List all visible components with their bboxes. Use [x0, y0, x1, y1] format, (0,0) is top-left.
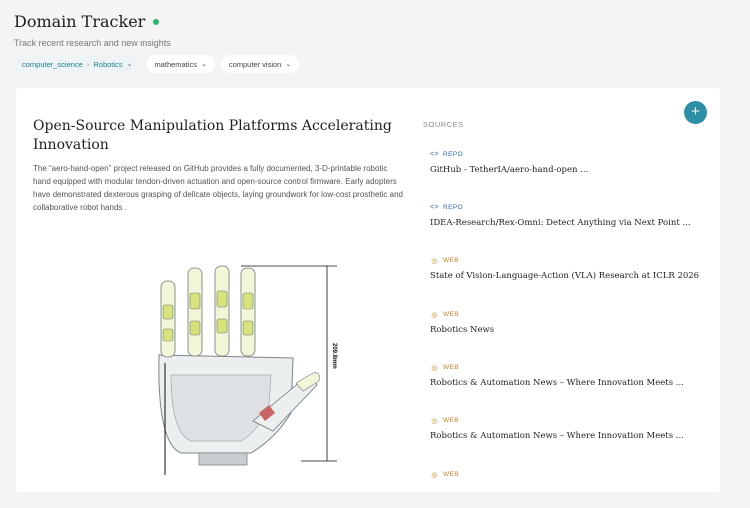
globe-icon: ◎: [431, 417, 438, 425]
dimension-label: 209.8mm: [331, 343, 337, 369]
source-item[interactable]: ◎ WEB Robotics News: [430, 310, 710, 335]
source-type: ◎ WEB: [430, 310, 710, 319]
status-dot-icon: [153, 19, 160, 25]
source-item[interactable]: ◎ WEB State of Vision-Language-Action (VL…: [430, 256, 710, 281]
source-title[interactable]: GitHub - TetherIA/aero-hand-open ...: [430, 165, 710, 175]
chevron-down-icon: ⌄: [285, 61, 292, 68]
filter-chip-label: mathematics: [154, 59, 197, 69]
source-item[interactable]: <> REPO IDEA-Research/Rex-Omni: Detect An…: [430, 203, 710, 228]
app-subtitle: Track recent research and new insights: [14, 38, 171, 48]
source-type: <> REPO: [430, 203, 710, 212]
filter-chip-label: computer vision: [228, 59, 282, 69]
domain-filter-chip[interactable]: computer_science › Robotics ⌄: [14, 55, 141, 73]
source-type-label: WEB: [443, 417, 460, 424]
add-source-button[interactable]: +: [684, 101, 707, 124]
breadcrumb-separator-icon: ›: [86, 59, 90, 69]
source-title[interactable]: State of Vision-Language-Action (VLA) Re…: [430, 271, 710, 281]
source-type: ◎ WEB: [430, 416, 710, 425]
globe-icon: ◎: [431, 364, 438, 372]
source-title[interactable]: Robotics & Automation News – Where Innov…: [430, 378, 710, 388]
source-item[interactable]: ◎ WEB Robotics & Automation News – Where …: [430, 363, 710, 388]
chevron-down-icon: ⌄: [126, 61, 133, 68]
filter-chip-computer-vision[interactable]: computer vision ⌄: [220, 55, 300, 73]
source-type: ◎ WEB: [430, 470, 710, 479]
code-icon: <>: [430, 204, 439, 211]
code-icon: <>: [430, 151, 439, 158]
globe-icon: ◎: [431, 257, 438, 265]
source-type: ◎ WEB: [430, 256, 710, 265]
globe-icon: ◎: [431, 471, 438, 479]
source-type-label: WEB: [443, 471, 460, 478]
source-item[interactable]: ◎ WEB Robotics & Automation News – Where …: [430, 416, 710, 441]
app-title-text: Domain Tracker: [14, 12, 146, 31]
robotic-hand-image: 209.8mm: [158, 265, 337, 475]
source-type: ◎ WEB: [430, 363, 710, 372]
source-type-label: WEB: [443, 257, 460, 264]
source-title[interactable]: Robotics News: [430, 325, 710, 335]
source-title[interactable]: Robotics & Automation News – Where Innov…: [430, 431, 710, 441]
domain-label: computer_science: [22, 59, 83, 69]
insight-card: Open-Source Manipulation Platforms Accel…: [16, 88, 720, 492]
article-title: Open-Source Manipulation Platforms Accel…: [33, 118, 392, 153]
chevron-down-icon: ⌄: [200, 61, 207, 68]
article-body: The “aero-hand-open” project released on…: [33, 164, 403, 212]
globe-icon: ◎: [431, 311, 438, 319]
sources-heading: SOURCES: [423, 120, 464, 129]
source-title[interactable]: IDEA-Research/Rex-Omni: Detect Anything …: [430, 218, 710, 228]
source-type-label: WEB: [443, 311, 460, 318]
app-header: Domain Tracker: [14, 12, 160, 31]
app-title: Domain Tracker: [14, 12, 160, 31]
subdomain-label: Robotics: [93, 59, 123, 69]
source-type: <> REPO: [430, 150, 710, 159]
filter-chip-mathematics[interactable]: mathematics ⌄: [146, 55, 215, 73]
source-item[interactable]: <> REPO GitHub - TetherIA/aero-hand-open …: [430, 150, 710, 175]
source-type-label: WEB: [443, 364, 460, 371]
filter-bar: computer_science › Robotics ⌄ mathematic…: [14, 55, 300, 73]
source-type-label: REPO: [443, 151, 464, 158]
source-type-label: REPO: [443, 204, 464, 211]
source-item[interactable]: ◎ WEB: [430, 470, 710, 479]
